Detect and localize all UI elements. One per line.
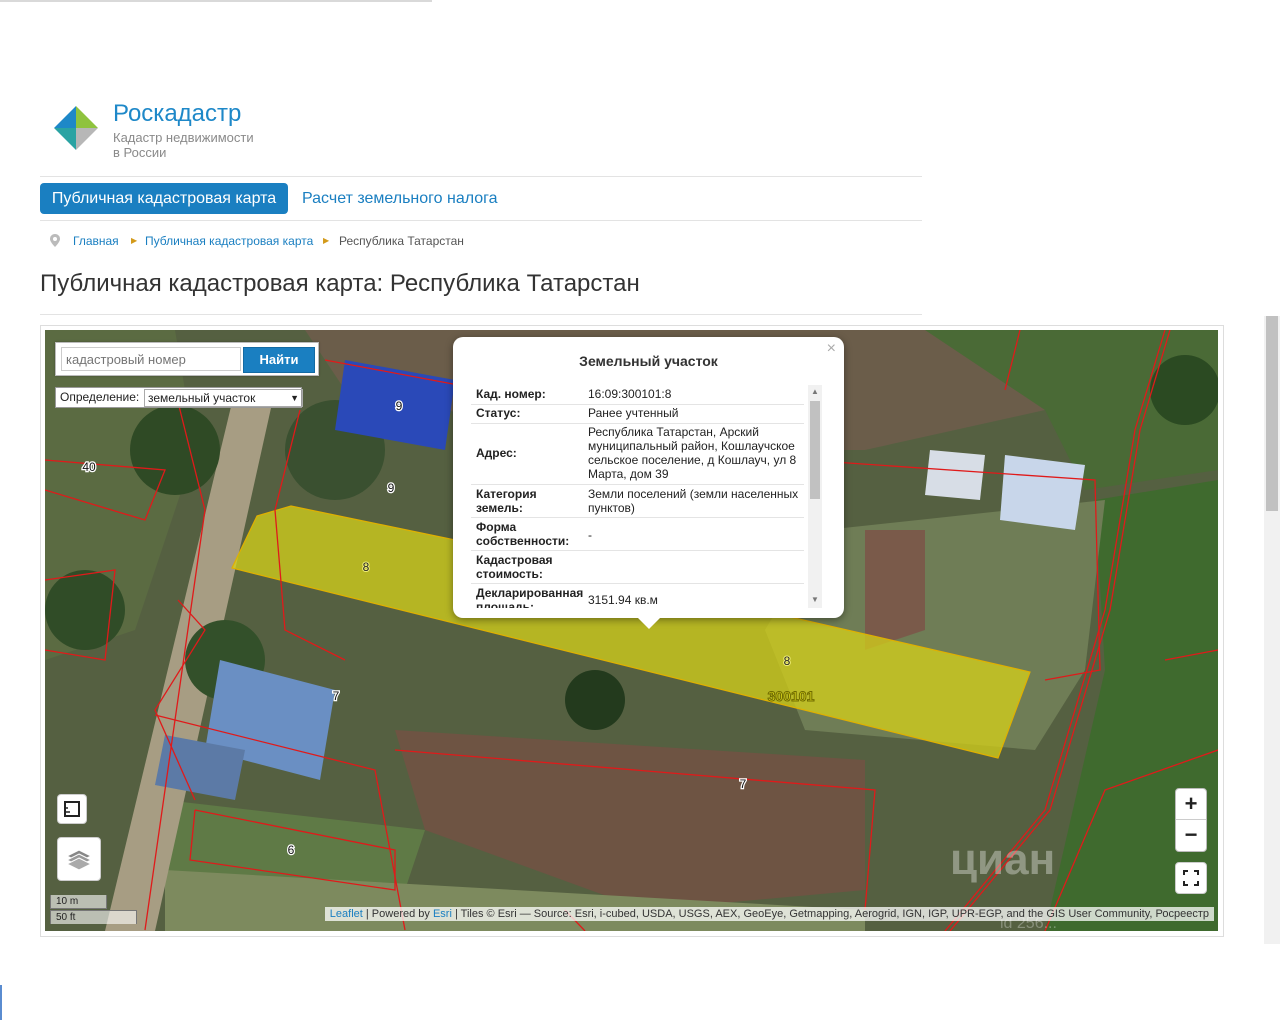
popup-pointer xyxy=(637,617,661,629)
row-value: - xyxy=(588,528,592,542)
scrollbar-thumb[interactable] xyxy=(810,401,820,499)
parcel-label: 9 xyxy=(388,481,395,495)
esri-link[interactable]: Esri xyxy=(433,908,452,920)
table-row: Форма собственности: - xyxy=(471,517,804,551)
scale-metric: 10 m xyxy=(50,895,107,909)
zoom-in-button[interactable]: + xyxy=(1176,789,1206,820)
layers-icon xyxy=(65,849,93,871)
zoom-out-button[interactable]: − xyxy=(1176,820,1206,850)
scale-imperial: 50 ft xyxy=(50,910,137,924)
table-row: Адрес: Республика Татарстан, Арский муни… xyxy=(471,423,804,485)
cian-watermark: циан xyxy=(950,835,1056,884)
definition-select[interactable]: земельный участок ▼ xyxy=(144,389,303,407)
row-key: Кадастровая стоимость: xyxy=(476,553,553,581)
row-key: Декларированная площадь: xyxy=(476,586,584,608)
definition-label: Определение: xyxy=(60,390,140,404)
table-row: Декларированная площадь: 3151.94 кв.м xyxy=(471,583,804,608)
nav-divider-bottom xyxy=(40,220,922,221)
tagline-line1: Кадастр недвижимости xyxy=(113,130,254,145)
definition-value: земельный участок xyxy=(148,391,256,405)
row-value: 3151.94 кв.м xyxy=(588,593,658,607)
top-border xyxy=(0,0,432,2)
parcel-label: 40 xyxy=(82,460,96,474)
quarter-label: 300101 xyxy=(768,688,815,704)
row-key: Кад. номер: xyxy=(476,387,546,401)
ruler-button[interactable] xyxy=(57,794,87,824)
scroll-up-icon[interactable]: ▲ xyxy=(811,387,819,396)
breadcrumb-current: Республика Татарстан xyxy=(339,234,464,248)
location-pin-icon xyxy=(50,234,60,247)
zoom-control: + − xyxy=(1175,788,1207,852)
nav-divider-top xyxy=(40,176,922,177)
parcel-label: 6 xyxy=(288,843,295,857)
brand-name[interactable]: Роскадастр xyxy=(113,100,241,128)
leaflet-link[interactable]: Leaflet xyxy=(330,908,363,920)
tab-land-tax[interactable]: Расчет земельного налога xyxy=(302,183,498,214)
scroll-down-icon[interactable]: ▼ xyxy=(811,595,819,604)
title-divider xyxy=(40,314,922,315)
parcel-info-table: Кад. номер: 16:09:300101:8 Статус: Ранее… xyxy=(471,385,804,608)
row-key: Категория земель: xyxy=(476,487,537,515)
breadcrumb-separator-icon: ▶ xyxy=(131,236,138,245)
fullscreen-button[interactable] xyxy=(1175,862,1207,894)
search-button[interactable]: Найти xyxy=(243,347,315,373)
parcel-label: 9 xyxy=(396,399,403,413)
fullscreen-icon xyxy=(1183,870,1199,886)
cadastral-number-input[interactable] xyxy=(61,347,241,371)
parcel-label: 8 xyxy=(784,654,791,668)
parcel-info-popup: × Земельный участок Кад. номер: 16:09:30… xyxy=(453,337,844,629)
row-value: Ранее учтенный xyxy=(588,406,679,420)
popup-title: Земельный участок xyxy=(579,353,718,369)
table-row: Статус: Ранее учтенный xyxy=(471,404,804,424)
attribution-tiles: | Tiles © Esri — Source: Esri, i-cubed, … xyxy=(451,908,1209,920)
tagline-line2: в России xyxy=(113,145,167,160)
table-row: Кад. номер: 16:09:300101:8 xyxy=(471,385,804,405)
table-row: Категория земель: Земли поселений (земли… xyxy=(471,484,804,518)
attribution-powered: | Powered by xyxy=(362,908,433,920)
breadcrumb-separator-icon: ▶ xyxy=(323,236,330,245)
parcel-label: 7 xyxy=(740,777,747,791)
row-key: Адрес: xyxy=(476,446,517,460)
popup-scrollbar[interactable]: ▲ ▼ xyxy=(808,385,822,608)
ruler-icon xyxy=(64,801,80,817)
row-key: Форма собственности: xyxy=(476,520,570,548)
parcel-label: 8 xyxy=(363,560,370,574)
brand-tagline: Кадастр недвижимости в России xyxy=(113,130,273,160)
breadcrumb-map[interactable]: Публичная кадастровая карта xyxy=(145,233,313,249)
tab-public-cadastral-map[interactable]: Публичная кадастровая карта xyxy=(40,183,288,214)
row-value: Земли поселений (земли населенных пункто… xyxy=(588,487,799,515)
definition-panel: Определение: земельный участок ▼ xyxy=(55,387,303,408)
row-value: Республика Татарстан, Арский муниципальн… xyxy=(588,425,797,481)
row-value: 16:09:300101:8 xyxy=(588,387,672,401)
rosreestr-logo-icon xyxy=(54,106,98,150)
search-panel: Найти xyxy=(55,342,319,376)
edge-marker xyxy=(0,985,2,1020)
table-row: Кадастровая стоимость: xyxy=(471,550,804,584)
map-attribution: Leaflet | Powered by Esri | Tiles © Esri… xyxy=(324,907,1214,921)
page-scrollbar[interactable] xyxy=(1264,316,1280,944)
parcel-label: 7 xyxy=(333,689,340,703)
dropdown-arrow-icon: ▼ xyxy=(290,393,299,403)
scrollbar-thumb[interactable] xyxy=(1266,316,1278,511)
breadcrumb-home[interactable]: Главная xyxy=(73,233,119,249)
cadastral-map[interactable]: 9 9 40 8 8 300101 7 7 6 циан id 256... Н… xyxy=(45,330,1218,931)
page-title: Публичная кадастровая карта: Республика … xyxy=(40,270,640,297)
row-key: Статус: xyxy=(476,406,521,420)
layers-button[interactable] xyxy=(57,837,101,881)
